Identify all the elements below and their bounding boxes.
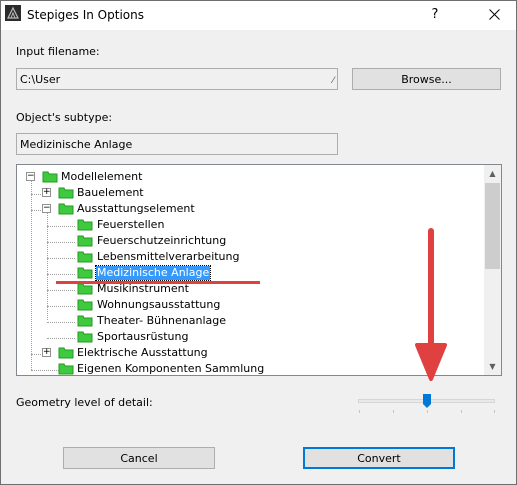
close-icon [488,9,500,20]
tree-node-eigenen-komponenten[interactable]: Eigenen Komponenten Sammlung [17,361,477,375]
folder-icon [42,170,58,183]
tree-node-label: Sportausrüstung [97,330,189,343]
tree-node-label: Feuerstellen [97,218,165,231]
subtype-label: Object's subtype: [16,111,113,124]
tree-node-feuerstellen[interactable]: Feuerstellen [17,217,477,233]
title-bar: Stepiges In Options ? [1,1,516,30]
folder-icon [77,314,93,327]
options-dialog: Stepiges In Options ? Input filename: C:… [0,0,517,485]
folder-icon [58,346,74,359]
tree-node-label: Feuerschutzeinrichtung [97,234,227,247]
collapse-icon[interactable]: − [42,204,51,213]
tree-node-elektrische-ausstattung[interactable]: + Elektrische Ausstattung [17,345,477,361]
input-filename-label: Input filename: [16,45,100,58]
subtype-field: Medizinische Anlage [16,133,338,155]
tree-node-label: Modellelement [61,170,143,183]
geometry-detail-label: Geometry level of detail: [16,396,153,409]
window-title: Stepiges In Options [27,8,144,22]
app-logo-icon [5,5,21,21]
folder-icon [77,234,93,247]
scroll-up-icon[interactable]: ▲ [484,165,501,182]
geometry-detail-slider-thumb[interactable] [423,394,431,408]
tree-node-label: Lebensmittelverarbeitung [97,250,240,263]
tree-node-medizinische-anlage[interactable]: Medizinische Anlage [17,265,477,281]
tree-node-ausstattungselement[interactable]: − Ausstattungselement [17,201,477,217]
folder-icon [77,250,93,263]
folder-icon [58,202,74,215]
cancel-button[interactable]: Cancel [63,447,215,469]
folder-icon [77,218,93,231]
tree-node-label: Elektrische Ausstattung [77,346,208,359]
input-filename-field[interactable]: C:\User ⁄ [16,68,338,90]
tree-node-label: Eigenen Komponenten Sammlung [77,362,265,375]
expand-icon[interactable]: + [42,348,51,357]
tree-node-label-selected: Medizinische Anlage [94,265,212,281]
expand-icon[interactable]: + [42,188,51,197]
resize-grip-icon: ⁄ [332,76,334,86]
folder-icon [58,186,74,199]
tree-node-sportausruestung[interactable]: Sportausrüstung [17,329,477,345]
folder-icon [77,330,93,343]
annotation-arrow-icon [415,228,447,381]
scroll-thumb[interactable] [485,183,500,269]
input-filename-value: C:\User [20,72,61,86]
collapse-icon[interactable]: − [26,172,35,181]
tree-node-bauelement[interactable]: + Bauelement [17,185,477,201]
tree-node-lebensmittelverarbeitung[interactable]: Lebensmittelverarbeitung [17,249,477,265]
scroll-down-icon[interactable]: ▼ [484,358,501,375]
annotation-underline [56,281,260,284]
tree-node-label: Ausstattungselement [77,202,195,215]
subtype-value: Medizinische Anlage [20,137,133,151]
tree-node-label: Bauelement [77,186,144,199]
folder-icon [58,362,74,375]
help-button[interactable]: ? [420,3,450,27]
close-button[interactable] [476,3,512,27]
folder-icon [77,298,93,311]
browse-button[interactable]: Browse... [352,68,501,90]
tree-node-label: Wohnungsausstattung [97,298,221,311]
tree-node-theater-buehnenanlage[interactable]: Theater- Bühnenanlage [17,313,477,329]
tree-node-wohnungsausstattung[interactable]: Wohnungsausstattung [17,297,477,313]
tree-scrollbar[interactable]: ▲ ▼ [484,165,501,375]
tree-node-label: Musikinstrument [97,282,189,295]
tree-node-modellelement[interactable]: − Modellelement [17,169,477,185]
folder-icon [77,266,93,279]
convert-button[interactable]: Convert [303,447,455,469]
tree-node-feuerschutzeinrichtung[interactable]: Feuerschutzeinrichtung [17,233,477,249]
tree-node-label: Theater- Bühnenanlage [97,314,227,327]
